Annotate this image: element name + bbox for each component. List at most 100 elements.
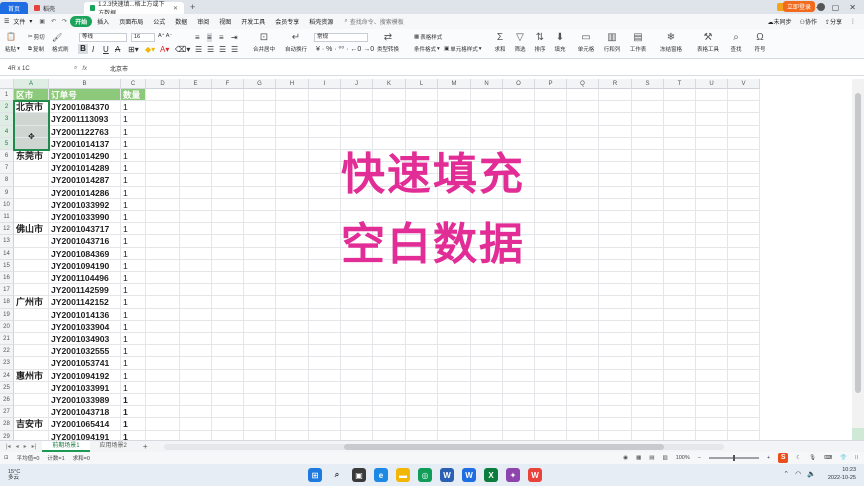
row-header[interactable]: 21 <box>0 333 14 346</box>
grid-cell[interactable] <box>373 406 406 419</box>
grid-cell[interactable] <box>373 296 406 309</box>
grid-cell[interactable] <box>244 430 276 440</box>
grid-cell[interactable] <box>373 101 406 114</box>
grid-cell[interactable] <box>567 381 599 394</box>
quantity-cell[interactable]: 1 <box>121 101 146 114</box>
copy-button[interactable]: ⧉ 复制 <box>28 45 44 54</box>
grid-cell[interactable] <box>212 125 244 138</box>
grid-cell[interactable] <box>146 320 180 333</box>
fx-icon[interactable]: fx <box>82 66 87 72</box>
tab-document[interactable]: 1.2.3快速填...格上方或下方数据✕ <box>84 2 184 17</box>
grid-cell[interactable] <box>535 272 567 285</box>
grid-cell[interactable] <box>212 186 244 199</box>
grid-cell[interactable] <box>471 333 503 346</box>
column-header-q[interactable]: Q <box>567 79 599 89</box>
grid-cell[interactable] <box>728 174 760 187</box>
order-number-cell[interactable]: JY2001014287 <box>49 174 121 187</box>
grid-cell[interactable] <box>276 418 309 431</box>
grid-cell[interactable] <box>599 259 632 272</box>
grid-cell[interactable] <box>632 174 664 187</box>
grid-cell[interactable] <box>406 296 438 309</box>
grid-cell[interactable] <box>471 125 503 138</box>
grid-cell[interactable] <box>471 101 503 114</box>
grid-cell[interactable] <box>341 113 373 126</box>
grid-cell[interactable] <box>276 357 309 370</box>
order-number-cell[interactable]: JY2001094192 <box>49 369 121 382</box>
grid-cell[interactable] <box>503 101 535 114</box>
grid-cell[interactable] <box>212 394 244 407</box>
grid-cell[interactable] <box>728 247 760 260</box>
grid-cell[interactable] <box>567 174 599 187</box>
grid-cell[interactable] <box>341 272 373 285</box>
menu-member[interactable]: 会员专享 <box>270 16 304 27</box>
district-cell[interactable] <box>14 186 49 199</box>
row-header[interactable]: 4 <box>0 125 14 138</box>
vertical-scrollbar[interactable] <box>852 79 864 440</box>
grid-cell[interactable] <box>212 137 244 150</box>
column-header-k[interactable]: K <box>373 79 406 89</box>
grid-cell[interactable] <box>535 89 567 102</box>
order-number-cell[interactable]: JY2001122763 <box>49 125 121 138</box>
row-header[interactable]: 20 <box>0 320 14 333</box>
grid-cell[interactable] <box>664 345 696 358</box>
grid-cell[interactable] <box>664 247 696 260</box>
grid-cell[interactable] <box>341 333 373 346</box>
cell-button[interactable]: ▭ 单元格 <box>572 31 600 53</box>
grid-cell[interactable] <box>276 125 309 138</box>
grid-cell[interactable] <box>180 308 212 321</box>
grid-cell[interactable] <box>146 284 180 297</box>
quantity-cell[interactable]: 1 <box>121 333 146 346</box>
row-header[interactable]: 7 <box>0 162 14 175</box>
grid-cell[interactable] <box>664 369 696 382</box>
grid-cell[interactable] <box>309 333 341 346</box>
grid-cell[interactable] <box>341 308 373 321</box>
grid-cell[interactable] <box>180 394 212 407</box>
quantity-cell[interactable]: 1 <box>121 357 146 370</box>
row-header[interactable]: 16 <box>0 272 14 285</box>
grid-cell[interactable] <box>341 345 373 358</box>
grid-cell[interactable] <box>696 381 728 394</box>
row-header[interactable]: 6 <box>0 150 14 163</box>
grid-cell[interactable] <box>632 272 664 285</box>
quantity-cell[interactable]: 1 <box>121 394 146 407</box>
grid-cell[interactable] <box>696 162 728 175</box>
column-header-s[interactable]: S <box>632 79 664 89</box>
column-header-n[interactable]: N <box>471 79 503 89</box>
grid-cell[interactable] <box>244 394 276 407</box>
grid-cell[interactable] <box>599 394 632 407</box>
grid-cell[interactable] <box>567 247 599 260</box>
grid-cell[interactable] <box>406 381 438 394</box>
row-col-button[interactable]: ▥ 行和列 <box>598 31 626 53</box>
wifi-icon[interactable]: ◠ <box>795 470 801 478</box>
grid-cell[interactable] <box>180 296 212 309</box>
column-header-g[interactable]: G <box>244 79 276 89</box>
grid-cell[interactable] <box>567 89 599 102</box>
grid-cell[interactable] <box>664 137 696 150</box>
order-number-cell[interactable]: JY2001043718 <box>49 406 121 419</box>
order-number-cell[interactable]: JY2001043716 <box>49 235 121 248</box>
clock[interactable]: 10:23 2022-10-25 <box>828 466 856 482</box>
district-cell[interactable]: 惠州市 <box>14 369 49 382</box>
input-method-logo[interactable]: S <box>778 453 789 463</box>
grid-cell[interactable] <box>406 101 438 114</box>
order-number-cell[interactable]: JY2001014289 <box>49 162 121 175</box>
grid-cell[interactable] <box>406 113 438 126</box>
grid-cell[interactable] <box>535 357 567 370</box>
grid-cell[interactable] <box>599 272 632 285</box>
grid-cell[interactable] <box>664 89 696 102</box>
grid-cell[interactable] <box>696 186 728 199</box>
district-cell[interactable] <box>14 430 49 440</box>
grid-cell[interactable] <box>535 394 567 407</box>
grid-cell[interactable] <box>664 357 696 370</box>
grid-cell[interactable] <box>244 320 276 333</box>
grid-cell[interactable] <box>632 259 664 272</box>
type-convert-button[interactable]: ⇄ 类型转换 <box>374 31 402 53</box>
zoom-slider[interactable] <box>708 455 759 461</box>
row-header[interactable]: 2 <box>0 101 14 114</box>
grid-cell[interactable] <box>471 406 503 419</box>
grid-cell[interactable] <box>180 272 212 285</box>
grid-cell[interactable] <box>567 418 599 431</box>
grid-cell[interactable] <box>567 357 599 370</box>
grid-cell[interactable] <box>212 223 244 236</box>
grid-cell[interactable] <box>146 357 180 370</box>
